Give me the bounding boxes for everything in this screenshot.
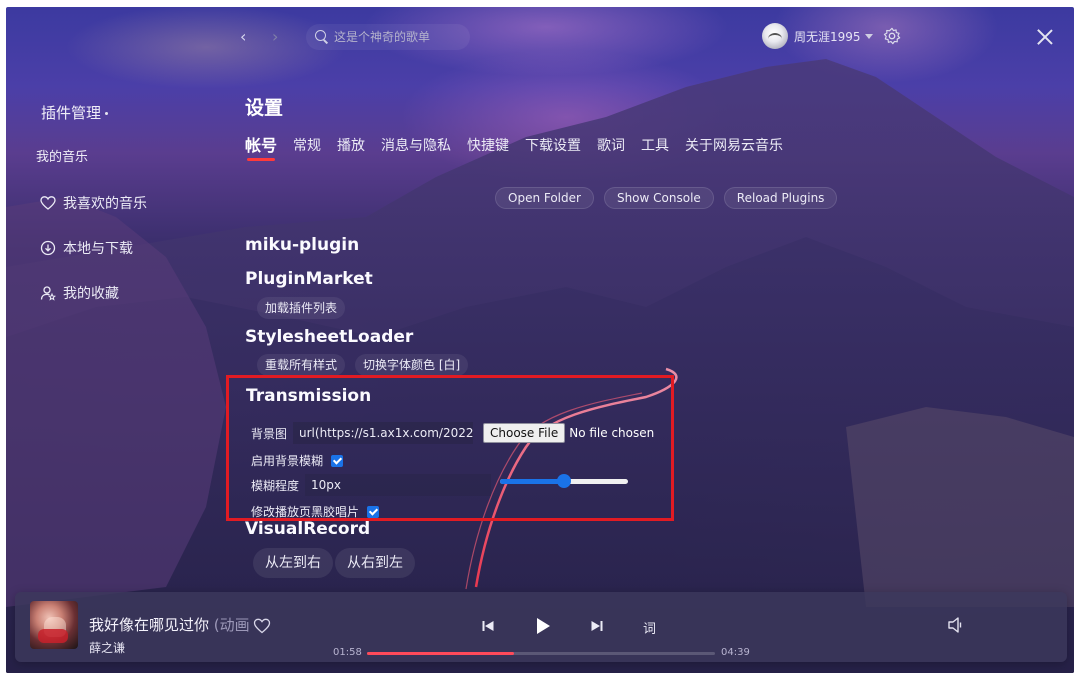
blur-slider[interactable] — [500, 474, 628, 488]
bg-image-label: 背景图 — [251, 426, 288, 441]
album-cover[interactable] — [30, 601, 78, 649]
tab-download-settings[interactable]: 下载设置 — [525, 135, 581, 161]
load-plugin-list-button[interactable]: 加载插件列表 — [257, 297, 346, 319]
plugin-actions: Open Folder Show Console Reload Plugins — [495, 187, 847, 209]
previous-track-icon[interactable] — [481, 619, 495, 633]
avatar[interactable] — [762, 23, 788, 49]
next-track-icon[interactable] — [590, 619, 604, 633]
vinyl-row: 修改播放页黑胶唱片 — [251, 503, 380, 520]
user-menu[interactable]: 周无涯1995 — [762, 23, 901, 49]
blur-enable-checkbox[interactable] — [331, 454, 344, 467]
close-icon[interactable] — [1036, 27, 1054, 45]
plugin-title-miku: miku-plugin — [245, 235, 360, 255]
dot-icon — [105, 112, 109, 115]
bg-image-input[interactable]: url(https://s1.ax1x.com/2022/06/1 — [293, 422, 474, 444]
sidebar-item-local-download[interactable]: 本地与下载 — [40, 238, 133, 258]
play-icon[interactable] — [534, 616, 552, 636]
plugin-title-transmission: Transmission — [246, 386, 372, 406]
search-input[interactable] — [334, 30, 464, 44]
lyrics-button[interactable]: 词 — [643, 618, 656, 637]
sidebar-item-label: 我的收藏 — [63, 286, 119, 302]
background-landscape — [6, 59, 1074, 673]
forward-button[interactable]: › — [272, 27, 286, 47]
file-status: No file chosen — [569, 426, 655, 440]
heart-icon[interactable] — [253, 617, 271, 635]
open-folder-button[interactable]: Open Folder — [495, 187, 594, 209]
volume-icon[interactable] — [946, 615, 966, 635]
download-icon — [40, 240, 56, 256]
person-star-icon — [40, 286, 56, 301]
tab-playback[interactable]: 播放 — [337, 135, 365, 161]
song-subtitle: (动画 — [213, 616, 249, 634]
slider-thumb[interactable] — [557, 474, 571, 488]
plugin-title-market: PluginMarket — [245, 269, 373, 289]
plugin-title-visualrecord: VisualRecord — [245, 519, 371, 539]
plugin-title-stylesheet: StylesheetLoader — [245, 327, 414, 347]
tab-account[interactable]: 帐号 — [245, 135, 277, 161]
slider-fill — [500, 479, 564, 484]
blur-enable-row: 启用背景模糊 — [251, 452, 344, 469]
page-title: 设置 — [245, 97, 284, 119]
heart-icon — [40, 196, 56, 210]
blur-level-row: 模糊程度 10px — [251, 474, 492, 496]
search-icon — [315, 30, 329, 44]
section-label-my-music: 我的音乐 — [36, 150, 89, 165]
progress-bar[interactable] — [367, 652, 715, 655]
sidebar-item-label: 插件管理 — [41, 104, 102, 122]
tab-messages-privacy[interactable]: 消息与隐私 — [381, 135, 451, 161]
song-title: 我好像在哪见过你 — [89, 616, 210, 634]
user-name[interactable]: 周无涯1995 — [794, 28, 861, 45]
toggle-font-color-button[interactable]: 切换字体颜色 [白] — [355, 354, 469, 376]
sidebar-item-label: 我喜欢的音乐 — [63, 196, 147, 212]
search-box[interactable] — [306, 24, 470, 50]
player-bar: 我好像在哪见过你 (动画 薛之谦 词 01:58 04:39 — [15, 592, 1067, 662]
vinyl-label: 修改播放页黑胶唱片 — [251, 505, 360, 519]
app-window: ‹ › 周无涯1995 插件管理 我的音乐 我喜欢的音乐 — [6, 7, 1074, 673]
artist-name[interactable]: 薛之谦 — [89, 639, 125, 656]
tab-about[interactable]: 关于网易云音乐 — [685, 135, 783, 161]
transmission-highlight: Transmission 背景图 url(https://s1.ax1x.com… — [226, 375, 674, 521]
left-to-right-button[interactable]: 从左到右 — [253, 548, 333, 578]
chevron-down-icon[interactable] — [864, 33, 873, 39]
reload-styles-button[interactable]: 重载所有样式 — [257, 354, 346, 376]
gear-icon[interactable] — [883, 27, 901, 45]
progress-fill — [367, 652, 515, 655]
bg-image-row: 背景图 url(https://s1.ax1x.com/2022/06/1 Ch… — [251, 422, 654, 444]
right-to-left-button[interactable]: 从右到左 — [335, 548, 415, 578]
back-button[interactable]: ‹ — [240, 27, 254, 47]
settings-tabs: 帐号 常规 播放 消息与隐私 快捷键 下载设置 歌词 工具 关于网易云音乐 — [245, 135, 799, 161]
vinyl-checkbox[interactable] — [367, 505, 380, 518]
tab-general[interactable]: 常规 — [293, 135, 321, 161]
sidebar-item-label: 本地与下载 — [63, 241, 133, 257]
time-current: 01:58 — [333, 647, 362, 658]
tab-lyrics[interactable]: 歌词 — [597, 135, 625, 161]
sidebar-item-plugin-manage[interactable]: 插件管理 — [41, 102, 109, 123]
tab-tools[interactable]: 工具 — [641, 135, 669, 161]
sidebar-item-liked-music[interactable]: 我喜欢的音乐 — [40, 193, 147, 213]
song-title-area[interactable]: 我好像在哪见过你 (动画 — [89, 608, 249, 634]
sidebar-item-my-collection[interactable]: 我的收藏 — [40, 283, 119, 303]
show-console-button[interactable]: Show Console — [603, 187, 714, 209]
time-total: 04:39 — [721, 647, 750, 658]
reload-plugins-button[interactable]: Reload Plugins — [723, 187, 838, 209]
blur-level-value[interactable]: 10px — [305, 474, 492, 496]
choose-file-button[interactable]: Choose File — [483, 423, 566, 443]
blur-enable-label: 启用背景模糊 — [251, 454, 324, 468]
blur-level-label: 模糊程度 — [251, 478, 300, 493]
tab-shortcuts[interactable]: 快捷键 — [467, 135, 509, 161]
